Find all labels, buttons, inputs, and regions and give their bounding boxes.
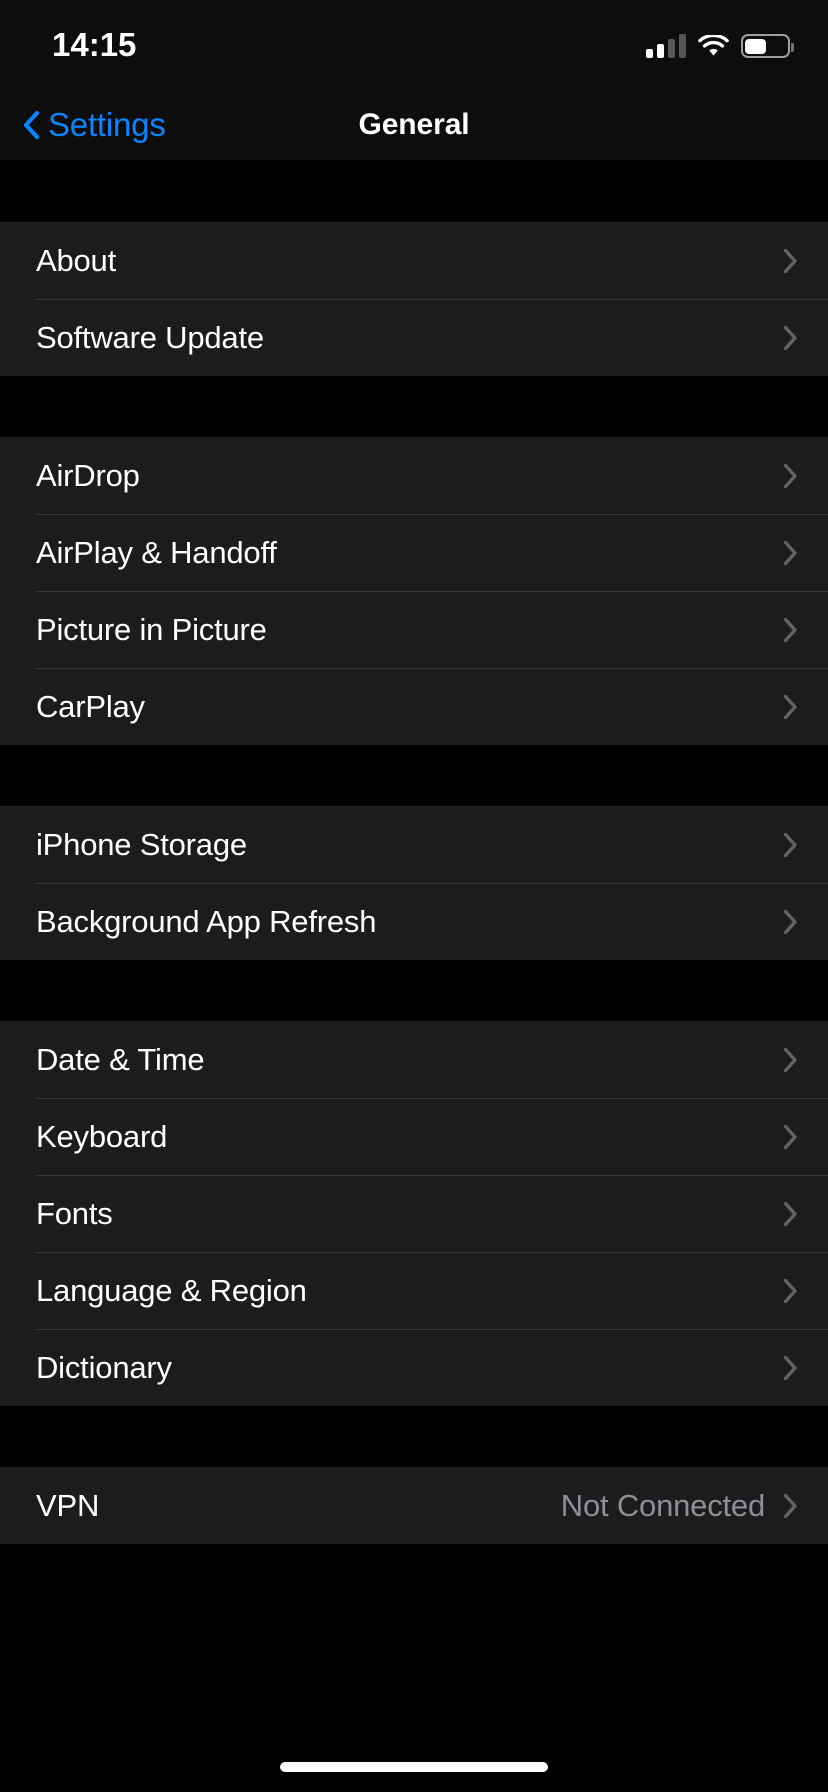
group-gap [0,745,828,806]
table-row[interactable]: Background App Refresh [0,883,828,960]
status-bar-time: 14:15 [52,26,137,63]
row-label: Date & Time [36,1041,205,1077]
chevron-right-icon [783,248,798,274]
row-label: AirDrop [36,457,140,493]
group-gap [0,960,828,1021]
table-row[interactable]: CarPlay [0,668,828,745]
home-indicator [280,1762,548,1772]
table-row[interactable]: Language & Region [0,1252,828,1329]
row-label: CarPlay [36,688,145,724]
row-label: Background App Refresh [36,903,377,939]
settings-group: Date & Time Keyboard Fonts Language & Regio… [0,1021,828,1406]
battery-fill [745,38,766,54]
status-bar-indicators [646,28,794,64]
table-row[interactable]: AirPlay & Handoff [0,514,828,591]
chevron-right-icon [783,1124,798,1150]
row-label: Picture in Picture [36,611,267,647]
table-row[interactable]: Date & Time [0,1021,828,1098]
row-label: Keyboard [36,1118,168,1154]
row-label: Software Update [36,319,264,355]
status-bar: 14:15 [0,0,828,90]
row-label: Fonts [36,1195,113,1231]
settings-groups: About Software Update AirDrop AirPlay & Han… [0,222,828,1544]
group-gap [0,376,828,437]
table-row[interactable]: AirDrop [0,437,828,514]
group-gap [0,1406,828,1467]
table-row[interactable]: Keyboard [0,1098,828,1175]
chevron-right-icon [783,540,798,566]
chevron-right-icon [783,694,798,720]
settings-group: AirDrop AirPlay & Handoff Picture in Pictu… [0,437,828,745]
page-title: General [358,108,470,141]
row-detail-value: Not Connected [560,1487,765,1523]
chevron-right-icon [783,325,798,351]
settings-group: iPhone Storage Background App Refresh [0,806,828,960]
row-label: Language & Region [36,1272,307,1308]
navigation-bar: Settings General [0,90,828,160]
wifi-icon [698,33,729,58]
chevron-right-icon [783,463,798,489]
settings-list[interactable]: About Software Update AirDrop AirPlay & Han… [0,160,828,1792]
chevron-right-icon [783,1355,798,1381]
chevron-right-icon [783,1047,798,1073]
row-label: About [36,242,117,278]
table-row[interactable]: iPhone Storage [0,806,828,883]
table-row[interactable]: VPN Not Connected [0,1467,828,1544]
table-row[interactable]: Software Update [0,299,828,376]
settings-group: VPN Not Connected [0,1467,828,1544]
chevron-right-icon [783,909,798,935]
table-row[interactable]: About [0,222,828,299]
row-label: AirPlay & Handoff [36,534,277,570]
row-label: Dictionary [36,1349,172,1385]
group-gap [0,160,828,222]
cellular-signal-icon [646,34,686,58]
battery-icon [741,34,794,58]
chevron-right-icon [783,1201,798,1227]
settings-group: About Software Update [0,222,828,376]
chevron-right-icon [783,832,798,858]
row-label: VPN [36,1487,100,1523]
table-row[interactable]: Dictionary [0,1329,828,1406]
table-row[interactable]: Picture in Picture [0,591,828,668]
chevron-right-icon [783,1278,798,1304]
table-row[interactable]: Fonts [0,1175,828,1252]
chevron-right-icon [783,1493,798,1519]
chevron-right-icon [783,617,798,643]
row-label: iPhone Storage [36,826,247,862]
